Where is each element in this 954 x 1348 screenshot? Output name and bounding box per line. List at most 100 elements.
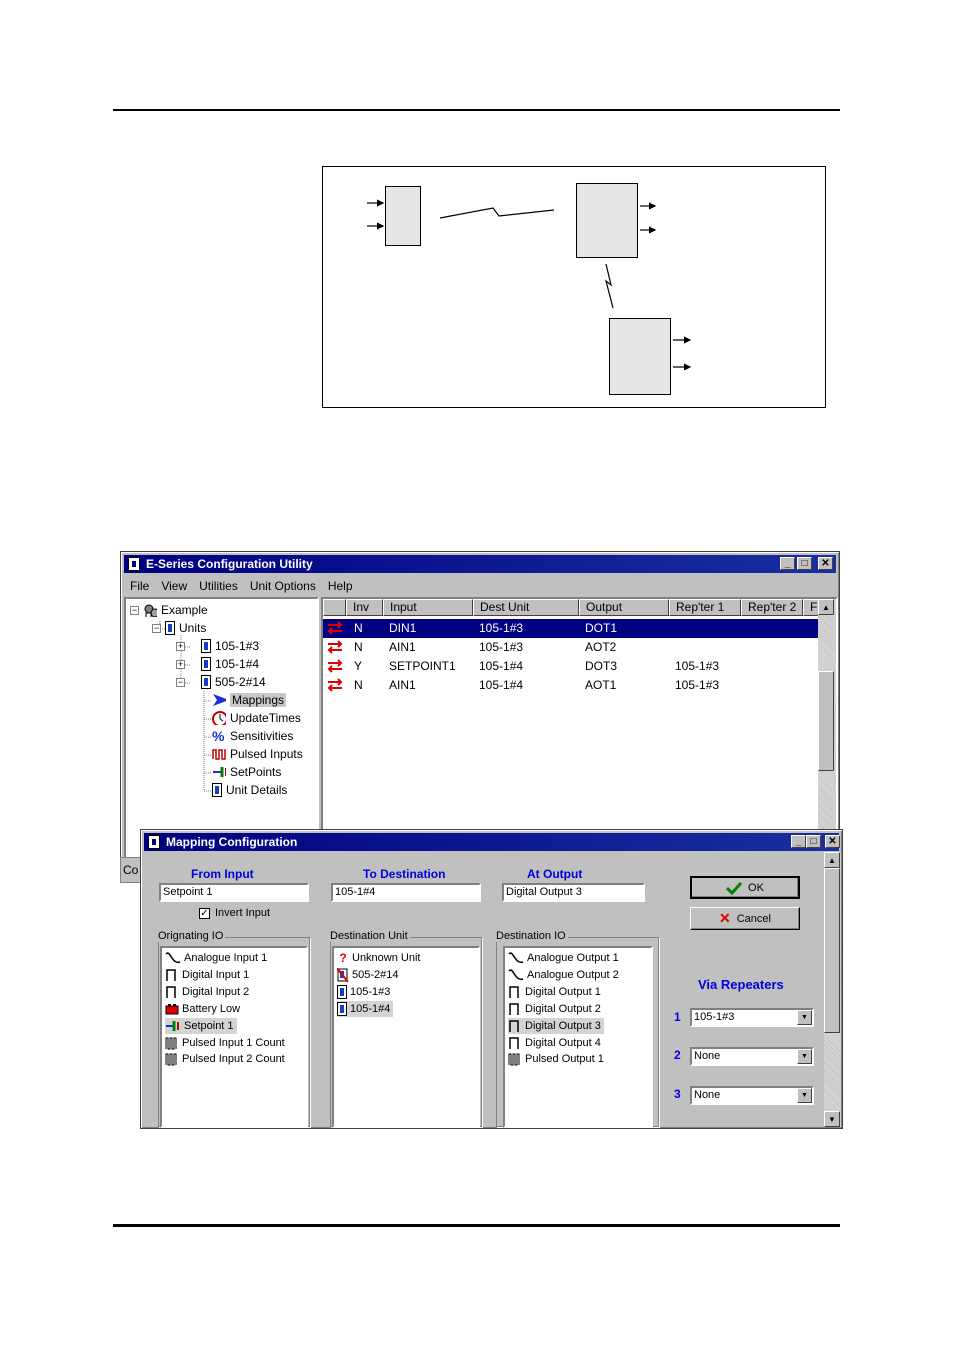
expand-icon[interactable]: + — [176, 659, 185, 669]
invert-input-checkbox[interactable]: ✓ — [199, 907, 210, 919]
cancel-button[interactable]: ✕ Cancel — [690, 907, 800, 930]
menu-bar: File View Utilities Unit Options Help — [130, 577, 353, 595]
table-row[interactable]: N DIN1 105-1#3 DOT1 — [323, 619, 818, 638]
menu-utilities[interactable]: Utilities — [199, 579, 238, 593]
list-item-label: Digital Output 4 — [525, 1037, 601, 1049]
column-header-inv[interactable]: Inv — [346, 599, 383, 616]
expand-icon[interactable]: + — [176, 641, 185, 651]
digital-pulse-icon — [509, 1003, 519, 1015]
from-input-field[interactable]: Setpoint 1 — [159, 883, 309, 902]
list-item[interactable]: ? Unknown Unit — [337, 950, 420, 966]
pulse-icon — [212, 749, 226, 760]
menu-help[interactable]: Help — [328, 579, 353, 593]
column-header-f[interactable]: F — [803, 599, 818, 616]
tree-root[interactable]: − Example — [130, 603, 208, 617]
column-header-repeater-2[interactable]: Rep'ter 2 — [741, 599, 803, 616]
app-icon — [128, 557, 140, 571]
list-item[interactable]: 505-2#14 — [337, 967, 399, 983]
cell-inv: N — [354, 640, 363, 654]
list-item[interactable]: Digital Output 3 — [508, 1018, 604, 1034]
list-item[interactable]: Digital Output 1 — [508, 984, 601, 1000]
scroll-thumb[interactable] — [824, 868, 840, 1033]
repeater-1-select[interactable]: 105-1#3 ▼ — [690, 1008, 814, 1027]
menu-file[interactable]: File — [130, 579, 149, 593]
column-header-repeater-1[interactable]: Rep'ter 1 — [669, 599, 741, 616]
to-destination-field[interactable]: 105-1#4 — [331, 883, 481, 902]
tree-unit-2[interactable]: + 105-1#4 — [176, 657, 259, 671]
table-row[interactable]: N AIN1 105-1#4 AOT1 105-1#3 — [323, 676, 818, 695]
list-item[interactable]: Digital Output 4 — [508, 1035, 601, 1051]
dialog-maximize-button[interactable]: □ — [806, 835, 821, 848]
repeater-3-select[interactable]: None ▼ — [690, 1086, 814, 1105]
scroll-up-arrow-icon[interactable]: ▲ — [824, 852, 840, 868]
list-item[interactable]: Pulsed Output 1 — [508, 1051, 604, 1067]
clock-icon — [212, 711, 226, 725]
tree-mappings[interactable]: Mappings — [212, 693, 287, 707]
menu-view[interactable]: View — [161, 579, 187, 593]
destination-io-list[interactable]: Analogue Output 1 Analogue Output 2 Digi… — [503, 946, 653, 1128]
list-item[interactable]: Setpoint 1 — [165, 1018, 237, 1034]
mapping-arrow-icon — [213, 694, 226, 706]
tree-setpoints-label: SetPoints — [230, 765, 282, 779]
list-item[interactable]: Digital Output 2 — [508, 1001, 601, 1017]
dialog-vertical-scrollbar[interactable]: ▲ ▼ — [824, 852, 841, 1127]
cell-dest-unit: 105-1#3 — [479, 621, 524, 635]
list-item[interactable]: Analogue Output 1 — [508, 950, 619, 966]
originating-io-list[interactable]: Analogue Input 1 Digital Input 1 Digital… — [160, 946, 308, 1128]
repeater-number: 1 — [674, 1010, 681, 1024]
repeater-2-select[interactable]: None ▼ — [690, 1047, 814, 1066]
table-row[interactable]: Y SETPOINT1 105-1#4 DOT3 105-1#3 — [323, 657, 818, 676]
scroll-down-arrow-icon[interactable]: ▼ — [824, 1111, 840, 1127]
cancel-x-icon: ✕ — [719, 910, 731, 926]
tree-unit-details[interactable]: Unit Details — [212, 783, 287, 797]
collapse-icon[interactable]: − — [152, 623, 161, 633]
ok-button[interactable]: OK — [690, 876, 800, 899]
battery-icon — [165, 1004, 179, 1015]
list-item-label: Setpoint 1 — [184, 1020, 234, 1032]
dropdown-arrow-icon[interactable]: ▼ — [797, 1088, 812, 1103]
list-item[interactable]: Pulsed Input 2 Count — [165, 1051, 285, 1067]
list-item[interactable]: Pulsed Input 1 Count — [165, 1035, 285, 1051]
dialog-close-button[interactable]: ✕ — [825, 835, 840, 848]
menu-unit-options[interactable]: Unit Options — [250, 579, 316, 593]
invert-input-checkbox-row[interactable]: ✓ Invert Input — [199, 907, 270, 919]
scroll-thumb[interactable] — [818, 671, 834, 771]
top-rule — [113, 109, 840, 111]
list-item[interactable]: Analogue Output 2 — [508, 967, 619, 983]
table-row[interactable]: N AIN1 105-1#3 AOT2 — [323, 638, 818, 657]
tree-unit-1[interactable]: + 105-1#3 — [176, 639, 259, 653]
tree-setpoints[interactable]: SetPoints — [212, 765, 281, 779]
tree-mappings-label: Mappings — [230, 693, 287, 707]
dropdown-arrow-icon[interactable]: ▼ — [797, 1049, 812, 1064]
list-item[interactable]: 105-1#4 — [337, 1001, 394, 1017]
tree-sensitivities[interactable]: % Sensitivities — [212, 729, 293, 743]
column-header-blank[interactable] — [323, 599, 346, 616]
list-item[interactable]: Digital Input 2 — [165, 984, 249, 1000]
dropdown-arrow-icon[interactable]: ▼ — [797, 1010, 812, 1025]
list-item[interactable]: Digital Input 1 — [165, 967, 249, 983]
list-item-label: 105-1#4 — [350, 1003, 391, 1015]
analogue-wave-icon — [165, 952, 181, 964]
column-header-output[interactable]: Output — [579, 599, 669, 616]
tree-update-times[interactable]: UpdateTimes — [212, 711, 301, 725]
tree-unit-3[interactable]: − 505-2#14 — [176, 675, 266, 689]
scroll-up-arrow-icon[interactable]: ▲ — [818, 599, 834, 615]
minimize-button[interactable]: _ — [780, 557, 795, 570]
checkmark-icon — [726, 881, 743, 895]
at-output-field[interactable]: Digital Output 3 — [502, 883, 645, 902]
maximize-button[interactable]: □ — [797, 557, 812, 570]
diagram-unit-c — [609, 318, 671, 395]
close-button[interactable]: ✕ — [818, 557, 833, 570]
column-header-input[interactable]: Input — [383, 599, 473, 616]
collapse-icon[interactable]: − — [176, 677, 185, 687]
collapse-icon[interactable]: − — [130, 605, 139, 615]
column-header-dest-unit[interactable]: Dest Unit — [473, 599, 579, 616]
list-item[interactable]: Analogue Input 1 — [165, 950, 267, 966]
list-item[interactable]: 105-1#3 — [337, 984, 390, 1000]
tree-pulsed-inputs[interactable]: Pulsed Inputs — [212, 747, 303, 761]
tree-units[interactable]: − Units — [152, 621, 206, 635]
destination-unit-list[interactable]: ? Unknown Unit 505-2#14 105-1#3 105-1#4 — [332, 946, 480, 1128]
dialog-minimize-button[interactable]: _ — [791, 835, 806, 848]
cell-repeater-1: 105-1#3 — [675, 659, 720, 673]
list-item[interactable]: Battery Low — [165, 1001, 240, 1017]
